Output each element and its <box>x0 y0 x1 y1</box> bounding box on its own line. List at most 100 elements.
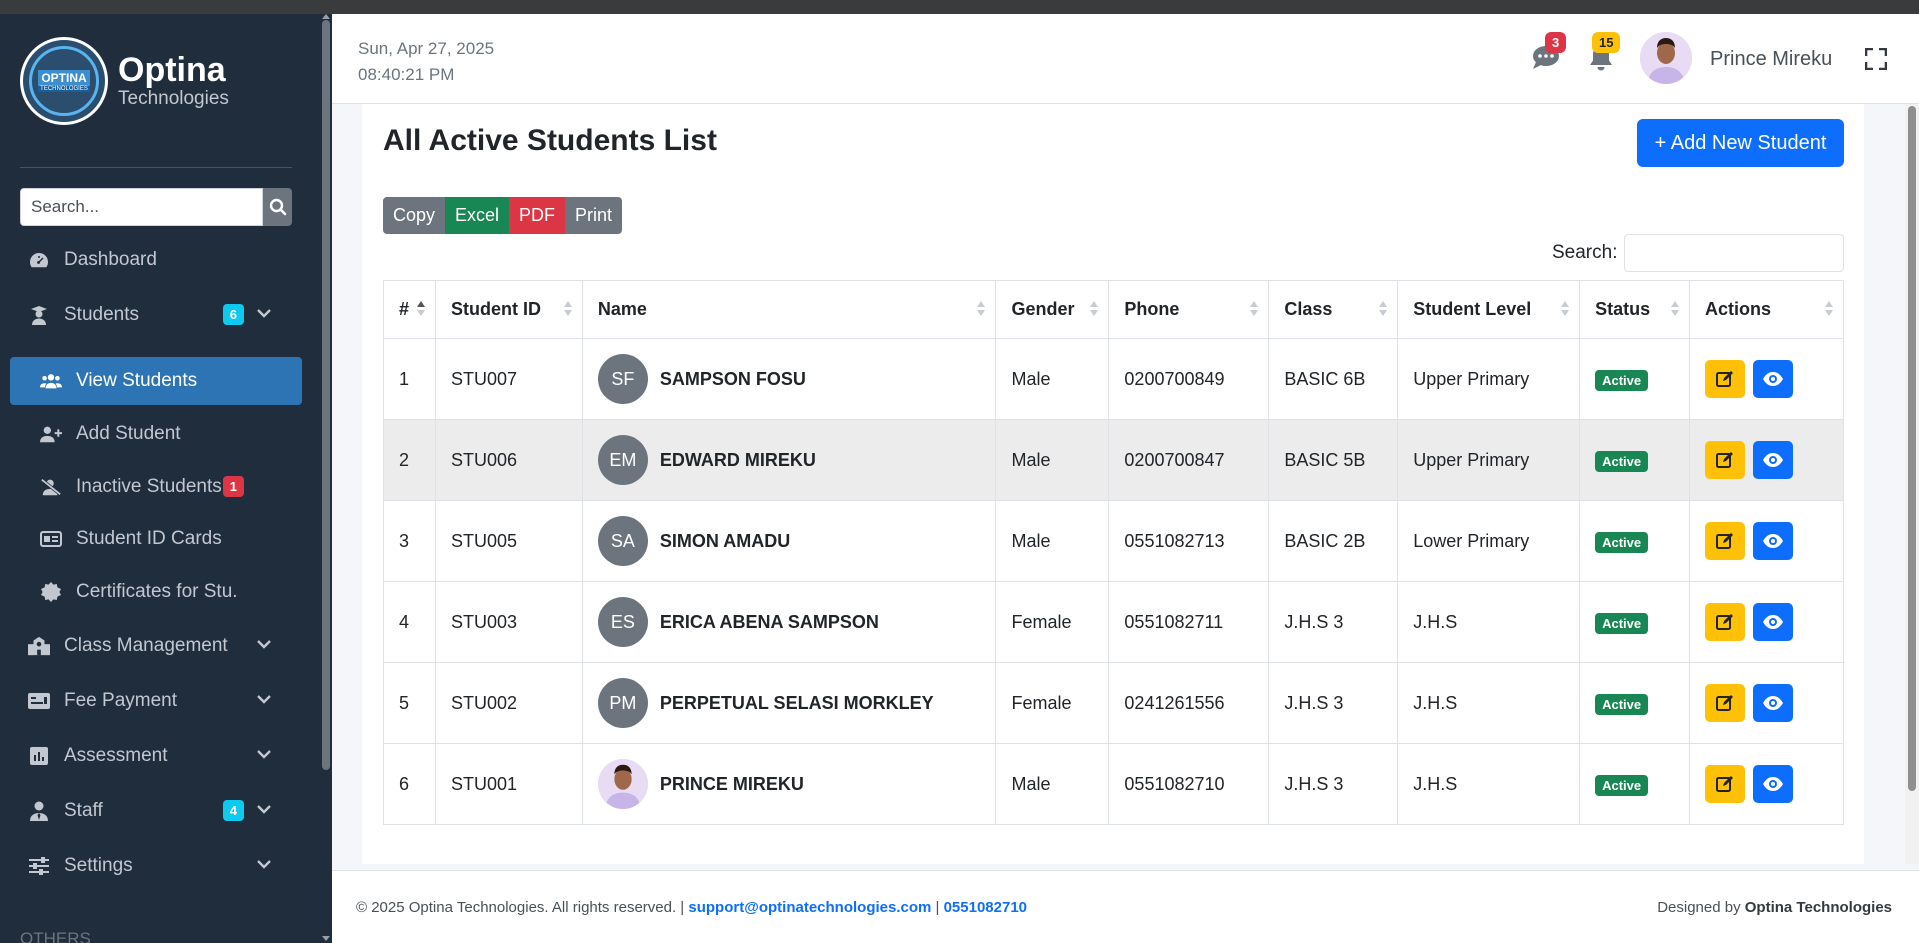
chevron-down-icon <box>257 805 271 814</box>
sidebar-item-dashboard[interactable]: Dashboard <box>10 236 302 284</box>
sidebar-item-class-management[interactable]: Class Management <box>10 622 302 670</box>
eye-icon <box>1763 372 1784 386</box>
user-plus-icon <box>40 423 62 445</box>
status-badge: Active <box>1595 612 1649 634</box>
sidebar-search-input[interactable] <box>20 188 263 226</box>
eye-icon <box>1763 453 1784 467</box>
sidebar-item-staff[interactable]: Staff 4 <box>10 787 302 835</box>
table-row[interactable]: 5 STU002 PM PERPETUAL SELASI MORKLEY Female 0… <box>383 662 1844 744</box>
student-photo-icon <box>597 759 648 809</box>
cell-student-level: J.H.S <box>1397 662 1581 744</box>
pdf-button[interactable]: PDF <box>509 197 566 234</box>
sidebar-item-assessment[interactable]: Assessment <box>10 732 302 780</box>
column-header-student-level[interactable]: Student Level <box>1397 280 1581 339</box>
column-header-status[interactable]: Status <box>1579 280 1691 339</box>
sidebar-item-view-students[interactable]: View Students <box>10 357 302 405</box>
view-student-button[interactable] <box>1753 522 1794 560</box>
scroll-down-arrow[interactable] <box>322 936 330 941</box>
cell-student-level: J.H.S <box>1397 581 1581 663</box>
cell-number: 5 <box>383 662 436 744</box>
sidebar-item-label: Staff <box>64 800 103 821</box>
student-initials-avatar: EM <box>597 435 648 485</box>
support-phone-link[interactable]: 0551082710 <box>944 899 1027 916</box>
cell-class: J.H.S 3 <box>1268 662 1399 744</box>
cell-actions <box>1689 581 1844 663</box>
search-icon <box>269 198 286 216</box>
sidebar-item-students[interactable]: Students 6 <box>10 291 302 339</box>
sidebar-item-settings[interactable]: Settings <box>10 842 302 890</box>
edit-student-button[interactable] <box>1705 684 1746 722</box>
main-scroll-thumb[interactable] <box>1908 106 1916 791</box>
sliders-icon <box>28 855 50 877</box>
view-student-button[interactable] <box>1753 765 1794 803</box>
sidebar-item-label: Students <box>64 304 139 325</box>
student-name: ERICA ABENA SAMPSON <box>659 611 879 632</box>
column-header-gender[interactable]: Gender <box>995 280 1110 339</box>
table-row[interactable]: 2 STU006 EM EDWARD MIREKU Male 0200700847 BASI… <box>383 419 1844 501</box>
fullscreen-button[interactable] <box>1864 47 1888 75</box>
support-email-link[interactable]: support@optinatechnologies.com <box>688 899 931 916</box>
table-row[interactable]: 6 STU001 PRINCE MIREKU Male 0551082710 J.H.S … <box>383 743 1844 825</box>
cell-student-id: STU002 <box>434 662 583 744</box>
cell-student-id: STU007 <box>434 338 583 420</box>
eye-icon <box>1763 777 1784 791</box>
brand[interactable]: OPTINA TECHNOLOGIES Optina Technologies <box>20 36 229 126</box>
logo-sub: TECHNOLOGIES <box>38 86 90 92</box>
table-row[interactable]: 4 STU003 ES ERICA ABENA SAMPSON Female 055108… <box>383 581 1844 663</box>
table-row[interactable]: 3 STU005 SA SIMON AMADU Male 0551082713 BASIC … <box>383 500 1844 582</box>
edit-student-button[interactable] <box>1705 522 1746 560</box>
column-header-name[interactable]: Name <box>581 280 997 339</box>
view-student-button[interactable] <box>1753 360 1794 398</box>
view-student-button[interactable] <box>1753 441 1794 479</box>
column-header-number[interactable]: # <box>383 280 436 339</box>
dashboard-icon <box>28 249 50 271</box>
status-badge: Active <box>1595 450 1649 472</box>
user-avatar[interactable] <box>1640 32 1692 84</box>
edit-student-button[interactable] <box>1705 360 1746 398</box>
table-search-input[interactable] <box>1624 234 1844 272</box>
student-initials-avatar: ES <box>597 597 648 647</box>
sidebar-item-label: Add Student <box>76 423 181 444</box>
print-button[interactable]: Print <box>565 197 623 234</box>
cell-status: Active <box>1579 743 1691 825</box>
cell-name: PRINCE MIREKU <box>581 743 997 825</box>
sidebar-item-student-id-cards[interactable]: Student ID Cards <box>10 515 302 563</box>
sidebar-item-label: Assessment <box>64 745 168 766</box>
scroll-up-arrow[interactable] <box>322 14 330 19</box>
sidebar-scrollbar[interactable] <box>320 14 332 943</box>
column-header-student-id[interactable]: Student ID <box>434 280 583 339</box>
money-check-icon <box>28 690 50 712</box>
cell-actions <box>1689 338 1844 420</box>
table-row[interactable]: 1 STU007 SF SAMPSON FOSU Male 0200700849 BASIC… <box>383 338 1844 420</box>
edit-icon <box>1716 695 1734 711</box>
sidebar-scroll-thumb[interactable] <box>322 20 330 770</box>
column-header-actions[interactable]: Actions <box>1689 280 1844 339</box>
cell-name: EM EDWARD MIREKU <box>581 419 997 501</box>
sidebar-item-label: Class Management <box>64 635 228 656</box>
sidebar-search-button[interactable] <box>263 188 292 226</box>
user-name[interactable]: Prince Mireku <box>1710 48 1832 71</box>
edit-icon <box>1716 371 1734 387</box>
column-header-phone[interactable]: Phone <box>1108 280 1270 339</box>
eye-icon <box>1763 534 1784 548</box>
student-name: PERPETUAL SELASI MORKLEY <box>659 692 934 713</box>
cell-student-id: STU003 <box>434 581 583 663</box>
sidebar-item-inactive-students[interactable]: Inactive Students 1 <box>10 463 302 511</box>
edit-student-button[interactable] <box>1705 765 1746 803</box>
sidebar-item-add-student[interactable]: Add Student <box>10 410 302 458</box>
edit-student-button[interactable] <box>1705 441 1746 479</box>
copy-button[interactable]: Copy <box>383 197 446 234</box>
student-name: EDWARD MIREKU <box>659 449 816 470</box>
cell-number: 4 <box>383 581 436 663</box>
excel-button[interactable]: Excel <box>445 197 510 234</box>
sidebar-item-certificates[interactable]: Certificates for Stu. <box>10 568 302 616</box>
sidebar-item-fee-payment[interactable]: Fee Payment <box>10 677 302 725</box>
edit-student-button[interactable] <box>1705 603 1746 641</box>
view-student-button[interactable] <box>1753 603 1794 641</box>
column-header-class[interactable]: Class <box>1268 280 1399 339</box>
add-new-student-button[interactable]: + Add New Student <box>1637 119 1844 167</box>
main-scrollbar[interactable] <box>1905 104 1919 864</box>
chevron-down-icon <box>257 695 271 704</box>
cell-gender: Male <box>995 743 1110 825</box>
view-student-button[interactable] <box>1753 684 1794 722</box>
